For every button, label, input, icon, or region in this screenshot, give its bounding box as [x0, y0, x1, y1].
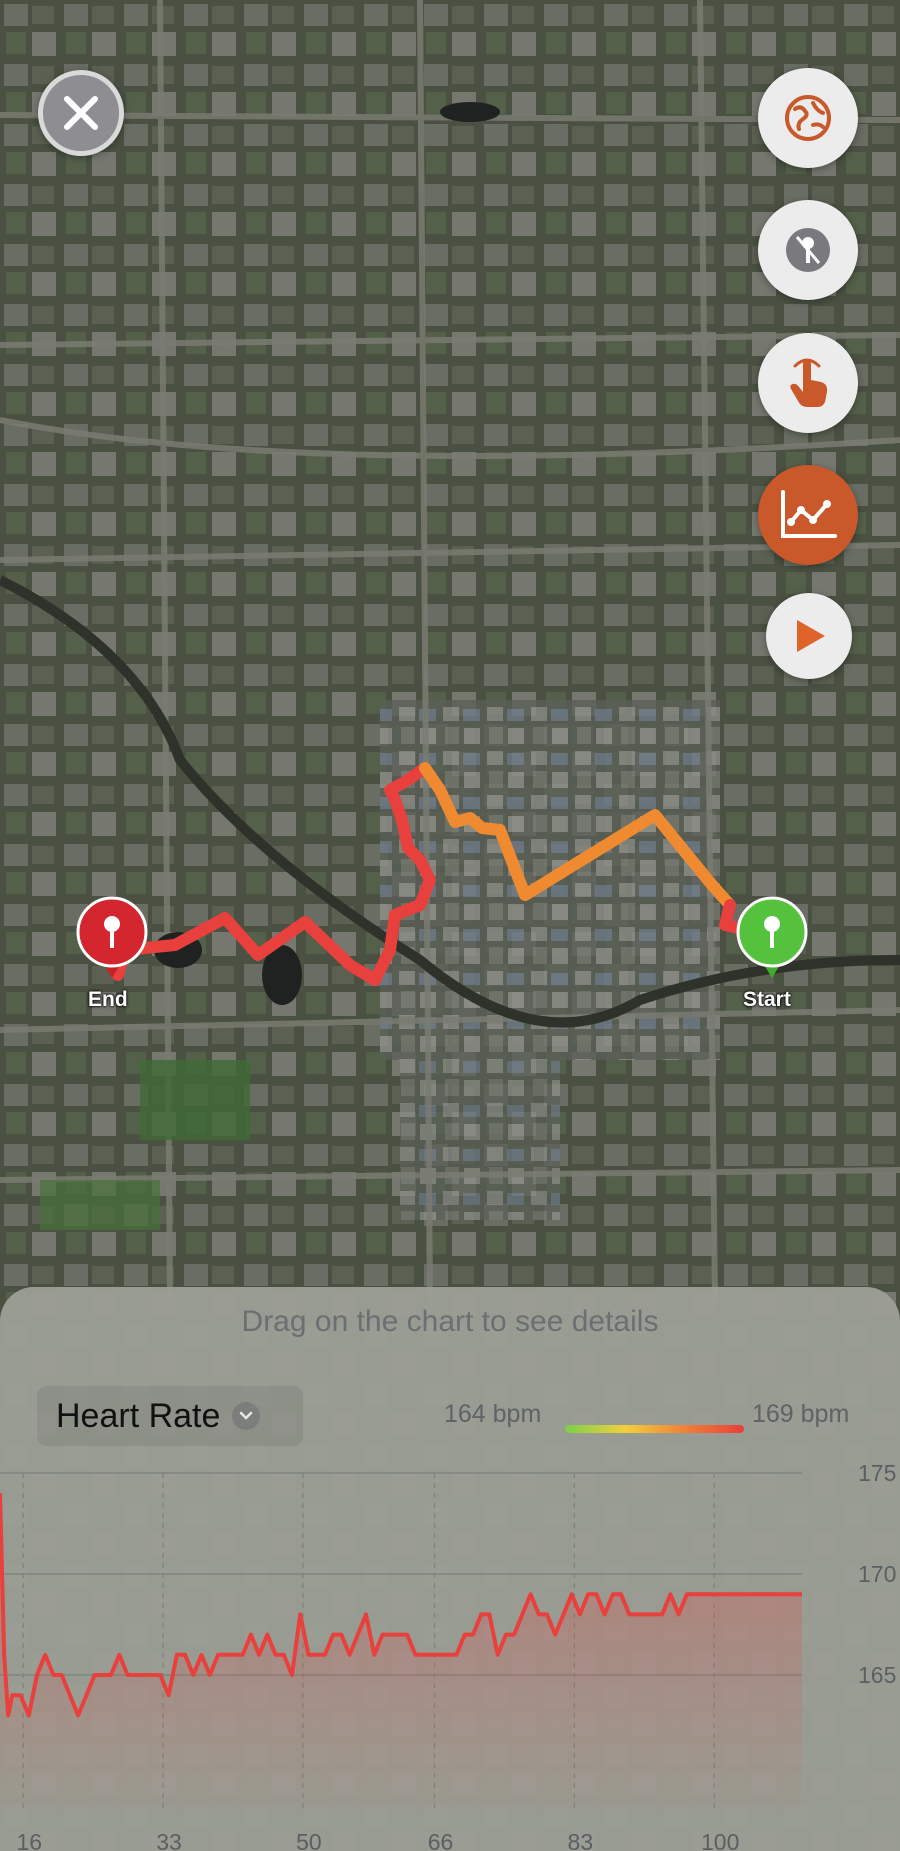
- touch-mode-button[interactable]: [758, 333, 858, 433]
- start-label: Start: [743, 988, 791, 1011]
- y-tick-label: 175: [858, 1460, 896, 1486]
- chart-toggle-button[interactable]: [758, 465, 858, 565]
- chevron-down-icon: [232, 1402, 261, 1430]
- x-tick-label: 33: [156, 1829, 182, 1851]
- close-icon: [64, 96, 98, 130]
- legend-min-label: 164 bpm: [444, 1400, 542, 1428]
- play-icon: [797, 620, 825, 652]
- heart-rate-chart[interactable]: 16 33 50 66 83 100 165 170 175: [0, 1460, 900, 1851]
- chart-line-icon: [781, 490, 837, 538]
- x-tick-label: 100: [701, 1829, 739, 1851]
- x-tick-label: 66: [428, 1829, 454, 1851]
- drag-hint: Drag on the chart to see details: [241, 1305, 659, 1338]
- play-button[interactable]: [766, 593, 852, 679]
- globe-icon: [785, 95, 831, 141]
- map-style-button[interactable]: [758, 68, 858, 168]
- x-tick-label: 83: [568, 1829, 594, 1851]
- y-tick-label: 165: [858, 1662, 896, 1688]
- toggle-markers-button[interactable]: [758, 200, 858, 300]
- legend-gradient-bar: [565, 1425, 744, 1433]
- x-tick-label: 50: [296, 1829, 322, 1851]
- end-label: End: [88, 988, 128, 1011]
- metric-label: Heart Rate: [56, 1396, 221, 1435]
- x-tick-label: 16: [16, 1829, 42, 1851]
- heart-rate-area: [0, 1493, 802, 1810]
- close-button[interactable]: [38, 70, 124, 156]
- pin-hide-icon: [786, 228, 830, 272]
- touch-icon: [790, 358, 828, 407]
- legend-max-label: 169 bpm: [752, 1400, 850, 1428]
- y-tick-label: 170: [858, 1561, 896, 1587]
- metric-selector[interactable]: Heart Rate: [37, 1386, 303, 1446]
